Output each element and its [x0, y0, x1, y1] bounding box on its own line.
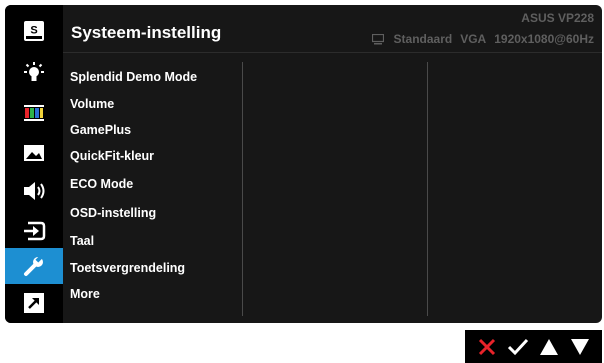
model-name: ASUS VP228 — [521, 11, 594, 25]
close-button[interactable] — [475, 335, 499, 359]
header-divider — [63, 52, 602, 53]
close-icon — [478, 338, 495, 355]
check-icon — [507, 338, 528, 355]
landscape-image-icon — [24, 145, 44, 161]
arrow-up-icon — [540, 338, 559, 355]
page-title: Systeem-instelling — [71, 23, 222, 42]
menu-item-more[interactable]: More — [70, 287, 100, 301]
sidebar-item-color[interactable] — [5, 95, 63, 131]
sidebar-item-shortcut[interactable] — [5, 285, 63, 321]
header: Systeem-instelling ASUS VP228 Standaard … — [63, 5, 602, 51]
down-button[interactable] — [568, 335, 592, 359]
menu-item-volume[interactable]: Volume — [70, 97, 114, 111]
column-divider — [242, 62, 243, 316]
input-label: VGA — [460, 32, 487, 46]
menu-item-quickfit-kleur[interactable]: QuickFit-kleur — [70, 149, 154, 163]
menu-item-splendid-demo-mode[interactable]: Splendid Demo Mode — [70, 70, 197, 84]
column-divider — [427, 62, 428, 316]
color-bars-icon — [24, 105, 44, 121]
sidebar-item-sound[interactable] — [5, 173, 63, 209]
svg-text:S: S — [30, 25, 37, 37]
mode-label: Standaard — [393, 32, 453, 46]
sidebar-item-input-select[interactable] — [5, 213, 63, 249]
menu-item-taal[interactable]: Taal — [70, 234, 94, 248]
light-bulb-icon — [24, 62, 44, 81]
wrench-icon — [24, 255, 43, 276]
sidebar-item-blue-light-filter[interactable] — [5, 55, 63, 91]
sidebar-item-splendid[interactable]: S — [5, 13, 63, 49]
confirm-button[interactable] — [506, 335, 530, 359]
input-source-icon — [24, 221, 46, 241]
arrow-down-icon — [571, 338, 590, 355]
sidebar: S — [5, 5, 63, 323]
status-bar: Standaard VGA 1920x1080@60Hz — [371, 32, 594, 46]
sidebar-item-image[interactable] — [5, 135, 63, 171]
monitor-icon — [371, 33, 384, 44]
sidebar-item-system-setup[interactable] — [5, 248, 63, 284]
shortcut-arrow-icon — [24, 293, 44, 313]
up-button[interactable] — [537, 335, 561, 359]
osd-window: S Systeem-instelling ASUS VP228 Standaar… — [5, 5, 602, 323]
menu-item-eco-mode[interactable]: ECO Mode — [70, 177, 133, 191]
menu-item-gameplus[interactable]: GamePlus — [70, 123, 131, 137]
s-box-icon: S — [24, 21, 44, 41]
menu-item-toetsvergrendeling[interactable]: Toetsvergrendeling — [70, 261, 185, 275]
speaker-icon — [24, 182, 45, 200]
navigation-buttons — [465, 330, 602, 363]
resolution-label: 1920x1080@60Hz — [494, 32, 594, 46]
menu-item-osd-instelling[interactable]: OSD-instelling — [70, 206, 156, 220]
